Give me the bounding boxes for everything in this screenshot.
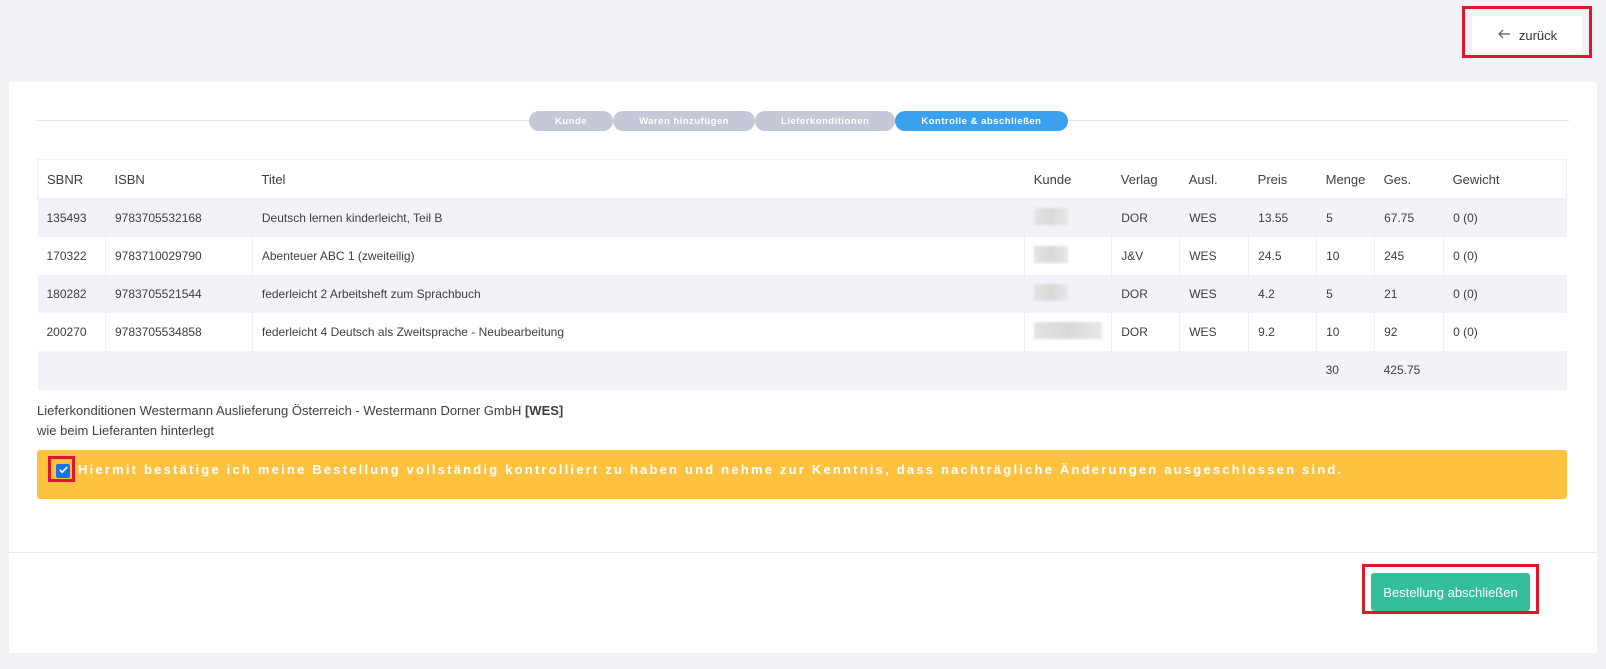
cell-ges: 67.75 (1374, 198, 1445, 237)
cell-sbnr: 170322 (37, 236, 106, 275)
confirm-label[interactable]: Hiermit bestätige ich meine Bestellung v… (78, 462, 1343, 477)
col-header-ges[interactable]: Ges. (1374, 159, 1444, 199)
order-card: Kunde Waren hinzufügen Lieferkonditionen… (9, 82, 1597, 653)
confirm-checkbox-highlight (48, 456, 75, 482)
col-header-isbn[interactable]: ISBN (105, 159, 253, 199)
step-waren-hinzufuegen[interactable]: Waren hinzufügen (613, 111, 756, 131)
redacted-customer (1034, 207, 1069, 225)
cell-titel: federleicht 4 Deutsch als Zweitsprache -… (252, 312, 1026, 351)
cell-isbn: 9783705532168 (105, 198, 253, 237)
cell-titel: Deutsch lernen kinderleicht, Teil B (252, 198, 1026, 237)
step-kunde[interactable]: Kunde (529, 111, 614, 131)
cell-kunde (1024, 274, 1113, 313)
total-menge: 30 (1316, 350, 1375, 390)
cell-ges: 21 (1374, 274, 1445, 313)
cell-menge: 10 (1316, 312, 1376, 351)
cell-sbnr: 180282 (37, 274, 106, 313)
cell-gewicht: 0 (0) (1443, 198, 1567, 237)
order-table: SBNR ISBN Titel Kunde Verlag Ausl. Preis… (37, 159, 1567, 390)
cell-ges: 92 (1374, 312, 1445, 351)
submit-order-button[interactable]: Bestellung abschließen (1371, 573, 1530, 611)
cell-kunde (1024, 236, 1113, 275)
cell-ausl: WES (1179, 312, 1250, 351)
cell-isbn: 9783705521544 (105, 274, 253, 313)
redacted-customer (1034, 321, 1103, 339)
arrow-left-icon (1497, 27, 1511, 44)
col-header-ausl[interactable]: Ausl. (1179, 159, 1249, 199)
delivery-conditions: Lieferkonditionen Westermann Auslieferun… (37, 401, 563, 441)
footer-divider (9, 552, 1597, 553)
col-header-menge[interactable]: Menge (1316, 159, 1375, 199)
cell-menge: 5 (1316, 274, 1376, 313)
back-button-label: zurück (1518, 27, 1558, 43)
cell-preis: 9.2 (1248, 312, 1318, 351)
cell-verlag: J&V (1111, 236, 1181, 275)
cell-gewicht: 0 (0) (1443, 274, 1567, 313)
table-header-row: SBNR ISBN Titel Kunde Verlag Ausl. Preis… (37, 159, 1567, 199)
table-row: 180282 9783705521544 federleicht 2 Arbei… (37, 274, 1567, 313)
cell-titel: federleicht 2 Arbeitsheft zum Sprachbuch (252, 274, 1026, 313)
back-button-highlight: zurück (1462, 6, 1592, 58)
table-row: 135493 9783705532168 Deutsch lernen kind… (37, 198, 1567, 237)
col-header-preis[interactable]: Preis (1248, 159, 1317, 199)
cell-ausl: WES (1179, 198, 1250, 237)
redacted-customer (1034, 245, 1069, 263)
cell-ges: 245 (1374, 236, 1445, 275)
total-ges: 425.75 (1374, 350, 1444, 390)
cell-isbn: 9783705534858 (105, 312, 253, 351)
cell-sbnr: 135493 (37, 198, 106, 237)
cell-menge: 5 (1316, 198, 1376, 237)
cell-preis: 24.5 (1248, 236, 1318, 275)
conditions-line-1: Lieferkonditionen Westermann Auslieferun… (37, 401, 563, 421)
cell-ausl: WES (1179, 236, 1250, 275)
conditions-supplier: Lieferkonditionen Westermann Auslieferun… (37, 403, 525, 418)
conditions-code: [WES] (524, 403, 564, 418)
col-header-titel[interactable]: Titel (252, 159, 1025, 199)
confirm-alert: Hiermit bestätige ich meine Bestellung v… (37, 450, 1567, 499)
cell-preis: 13.55 (1248, 198, 1318, 237)
col-header-kunde[interactable]: Kunde (1024, 159, 1112, 199)
cell-kunde (1024, 312, 1113, 351)
submit-button-highlight: Bestellung abschließen (1362, 564, 1539, 614)
cell-verlag: DOR (1111, 198, 1181, 237)
cell-sbnr: 200270 (37, 312, 106, 351)
totals-row: 30 425.75 (37, 350, 1567, 390)
step-kontrolle-abschliessen[interactable]: Kontrolle & abschließen (895, 111, 1068, 131)
col-header-verlag[interactable]: Verlag (1111, 159, 1180, 199)
check-icon (58, 462, 69, 480)
cell-ausl: WES (1179, 274, 1250, 313)
cell-titel: Abenteuer ABC 1 (zweiteilig) (252, 236, 1026, 275)
cell-kunde (1024, 198, 1113, 237)
cell-gewicht: 0 (0) (1443, 312, 1567, 351)
cell-verlag: DOR (1111, 312, 1181, 351)
col-header-gewicht[interactable]: Gewicht (1443, 159, 1567, 199)
step-lieferkonditionen[interactable]: Lieferkonditionen (755, 111, 896, 131)
redacted-customer (1034, 283, 1069, 301)
cell-menge: 10 (1316, 236, 1376, 275)
table-row: 170322 9783710029790 Abenteuer ABC 1 (zw… (37, 236, 1567, 275)
cell-preis: 4.2 (1248, 274, 1318, 313)
cell-isbn: 9783710029790 (105, 236, 253, 275)
table-row: 200270 9783705534858 federleicht 4 Deuts… (37, 312, 1567, 351)
col-header-sbnr[interactable]: SBNR (37, 159, 106, 199)
confirm-checkbox[interactable] (56, 464, 70, 478)
stepper: Kunde Waren hinzufügen Lieferkonditionen… (529, 111, 1068, 131)
conditions-line-2: wie beim Lieferanten hinterlegt (37, 423, 215, 438)
cell-verlag: DOR (1111, 274, 1181, 313)
back-button[interactable]: zurück (1472, 16, 1582, 54)
cell-gewicht: 0 (0) (1443, 236, 1567, 275)
